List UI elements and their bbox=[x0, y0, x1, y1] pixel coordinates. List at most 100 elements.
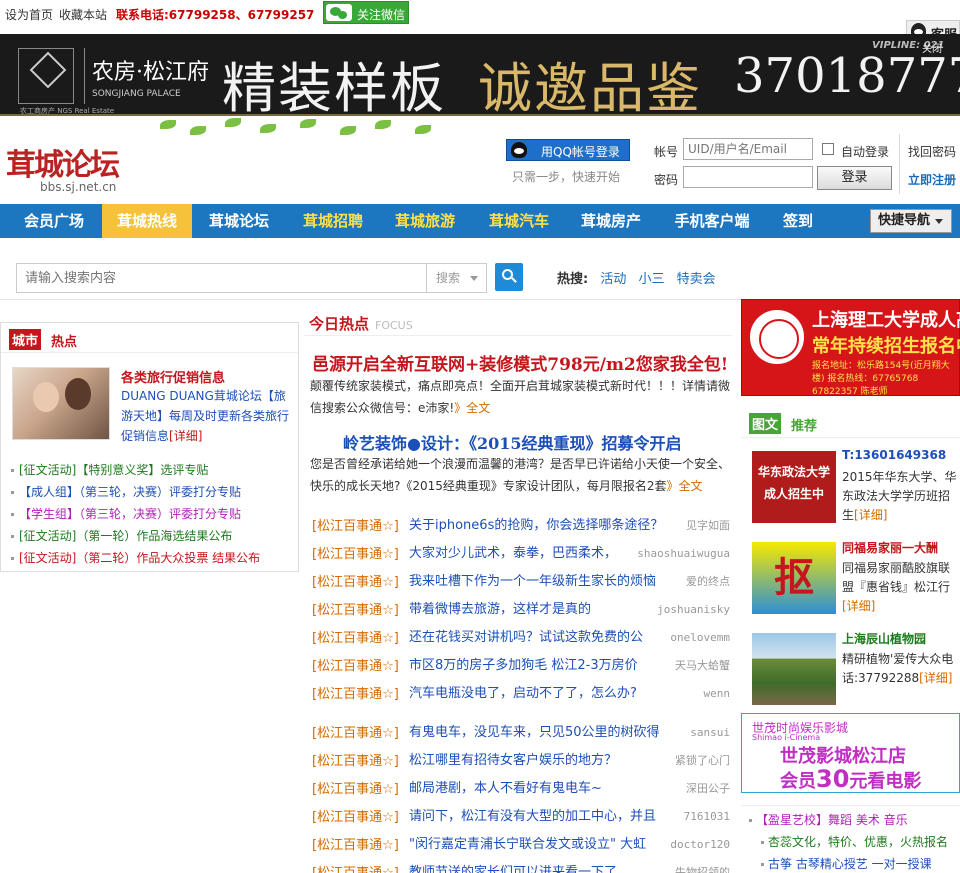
site-logo[interactable]: 茸城论坛 bbs.sj.net.cn bbox=[6, 140, 120, 194]
nav-forum[interactable]: 茸城论坛 bbox=[195, 204, 283, 238]
thread-title[interactable]: 还在花钱买对讲机吗？试试这款免费的公 bbox=[409, 624, 667, 652]
thread-author[interactable]: 紧锁了心门 bbox=[675, 747, 730, 775]
thread-author[interactable]: 7161031 bbox=[684, 803, 730, 831]
nav-auto[interactable]: 茸城汽车 bbox=[474, 204, 564, 238]
qq-login-button[interactable]: 用QQ帐号登录 bbox=[506, 139, 630, 161]
thread-author[interactable]: 深田公子 bbox=[686, 775, 730, 803]
nav-mobile-client[interactable]: 手机客户端 bbox=[662, 204, 762, 238]
nav-member-square[interactable]: 会员广场 bbox=[10, 204, 98, 238]
university-ad[interactable]: 上海理工大学成人高考 常年持续招生报名中 报名地址：松乐路154号(近月翔大楼)… bbox=[741, 299, 960, 397]
thread-author[interactable]: 失物招领的 bbox=[675, 859, 730, 873]
thread-category[interactable]: [松江百事通☆] bbox=[312, 838, 399, 853]
thread-category[interactable]: [松江百事通☆] bbox=[312, 782, 399, 797]
hotspot-link-text[interactable]: 【学生组】（第三轮，决赛）评委打分专贴 bbox=[19, 507, 241, 521]
headline-2[interactable]: 岭艺装饰●设计：《2015经典重现》招募令开启 bbox=[343, 430, 682, 454]
thread-author[interactable]: doctor120 bbox=[670, 831, 730, 859]
bookmark-link[interactable]: 收藏本站 bbox=[59, 6, 107, 23]
nav-realestate[interactable]: 茸城房产 bbox=[566, 204, 656, 238]
register-link[interactable]: 立即注册 bbox=[908, 171, 956, 188]
thread-category[interactable]: [松江百事通☆] bbox=[312, 687, 399, 702]
thread-category[interactable]: [松江百事通☆] bbox=[312, 603, 399, 618]
hotspot-link-text[interactable]: [征文活动]【特别意义奖】选评专贴 bbox=[19, 463, 208, 477]
thread-author[interactable]: 天马大蛤蟹 bbox=[675, 652, 730, 680]
thread-title[interactable]: 请问下，松江有没有大型的加工中心，并且 bbox=[409, 803, 667, 831]
hotspot-link-text[interactable]: [征文活动]（第二轮）作品大众投票 结果公布 bbox=[19, 551, 260, 565]
banner-close-link[interactable]: 关闭 bbox=[922, 40, 942, 55]
thread-title[interactable]: 关于iphone6s的抢购，你会选择哪条途径？ bbox=[409, 512, 667, 540]
cinema-ad[interactable]: 世茂时尚娱乐影城 Shimao i-Cinema 世茂影城松江店 会员30元看电… bbox=[741, 713, 960, 793]
thread-author[interactable]: sansui bbox=[690, 719, 730, 747]
nav-hotline[interactable]: 茸城热线 bbox=[102, 204, 192, 238]
hotspot-link[interactable]: 【成人组】（第三轮，决赛）评委打分专贴 bbox=[11, 481, 260, 503]
hot-search-link[interactable]: 小三 bbox=[639, 272, 665, 287]
thread-title[interactable]: 松江哪里有招待女客户娱乐的地方？ bbox=[409, 747, 667, 775]
thread-author[interactable]: onelovemm bbox=[670, 624, 730, 652]
hotspot-link[interactable]: [征文活动]【特别意义奖】选评专贴 bbox=[11, 459, 260, 481]
read-more-link[interactable]: 》全文 bbox=[454, 401, 490, 415]
nav-jobs[interactable]: 茸城招聘 bbox=[288, 204, 378, 238]
recommend-image[interactable] bbox=[752, 633, 836, 705]
hotspot-link[interactable]: 【学生组】（第三轮，决赛）评委打分专贴 bbox=[11, 503, 260, 525]
recommend-title[interactable]: 同福易家丽一大酬 bbox=[842, 539, 938, 556]
thread-category[interactable]: [松江百事通☆] bbox=[312, 754, 399, 769]
thread-author[interactable]: 爱的终点 bbox=[686, 568, 730, 596]
thread-author[interactable]: wenn bbox=[704, 680, 731, 708]
thread-category[interactable]: [松江百事通☆] bbox=[312, 726, 399, 741]
thread-author[interactable]: shaoshuaiwugua bbox=[637, 540, 730, 568]
right-link[interactable]: 【盈星艺校】舞蹈 美术 音乐 bbox=[749, 809, 908, 831]
detail-link[interactable]: [详细] bbox=[854, 508, 887, 522]
thread-category[interactable]: [松江百事通☆] bbox=[312, 866, 399, 873]
thread-author[interactable]: joshuanisky bbox=[657, 596, 730, 624]
hot-search-link[interactable]: 活动 bbox=[600, 272, 626, 287]
hotspot-link-text[interactable]: [征文活动]（第一轮）作品海选结果公布 bbox=[19, 529, 232, 543]
set-home-link[interactable]: 设为首页 bbox=[5, 6, 53, 23]
feature-title[interactable]: 各类旅行促销信息 bbox=[121, 367, 225, 386]
thread-category[interactable]: [松江百事通☆] bbox=[312, 659, 399, 674]
feature-image[interactable] bbox=[12, 367, 110, 440]
search-input[interactable] bbox=[16, 263, 427, 293]
thread-title[interactable]: 大家对少儿武术，泰拳，巴西柔术， bbox=[409, 540, 667, 568]
detail-link[interactable]: [详细] bbox=[919, 671, 952, 685]
recommend-image[interactable]: 抠 bbox=[752, 542, 836, 614]
hot-search-link[interactable]: 特卖会 bbox=[677, 272, 716, 287]
read-more-link[interactable]: 》全文 bbox=[667, 479, 703, 493]
wechat-follow-button[interactable]: 关注微信 bbox=[323, 1, 409, 24]
hotspot-link[interactable]: [征文活动]（第二轮）作品大众投票 结果公布 bbox=[11, 547, 260, 569]
thread-category[interactable]: [松江百事通☆] bbox=[312, 631, 399, 646]
thread-category[interactable]: [松江百事通☆] bbox=[312, 519, 399, 534]
thread-title[interactable]: 汽车电瓶没电了，启动不了了，怎么办? bbox=[409, 680, 667, 708]
headline-1[interactable]: 邑源开启全新互联网+装修模式798元/m2您家我全包! bbox=[312, 350, 728, 375]
thread-category[interactable]: [松江百事通☆] bbox=[312, 810, 399, 825]
detail-link[interactable]: [详细] bbox=[169, 429, 202, 443]
top-banner-ad[interactable]: 农工商房产 NGS Real Estate 农房·松江府 SONGJIANG P… bbox=[0, 34, 960, 120]
quick-nav-dropdown[interactable]: 快捷导航 bbox=[870, 209, 952, 233]
hotspot-link[interactable]: [征文活动]（第一轮）作品海选结果公布 bbox=[11, 525, 260, 547]
thread-title[interactable]: 带着微博去旅游，这样才是真的 bbox=[409, 596, 667, 624]
thread-category[interactable]: [松江百事通☆] bbox=[312, 575, 399, 590]
right-link[interactable]: 古筝 古琴精心授艺 一对一授课 bbox=[761, 853, 932, 873]
search-button[interactable] bbox=[495, 263, 523, 291]
thread-title[interactable]: 教师节送的家长们可以进来看一下了 bbox=[409, 859, 667, 873]
find-password-link[interactable]: 找回密码 bbox=[908, 143, 956, 160]
detail-link[interactable]: [详细] bbox=[842, 599, 875, 613]
thread-title[interactable]: 有鬼电车，没见车来，只见50公里的树砍得 bbox=[409, 719, 667, 747]
thread-category[interactable]: [松江百事通☆] bbox=[312, 547, 399, 562]
right-link-text[interactable]: 杏蕊文化，特价、优惠，火热报名 bbox=[768, 835, 948, 849]
nav-checkin[interactable]: 签到 bbox=[770, 204, 826, 238]
recommend-image[interactable]: 华东政法大学 成人招生中 bbox=[752, 451, 836, 523]
thread-title[interactable]: "闵行嘉定青浦长宁联合发文或设立" 大虹 bbox=[409, 831, 667, 859]
thread-title[interactable]: 邮局港剧，本人不看好有鬼电车~ bbox=[409, 775, 667, 803]
nav-travel[interactable]: 茸城旅游 bbox=[380, 204, 470, 238]
thread-author[interactable]: 见字如面 bbox=[686, 512, 730, 540]
right-link-text[interactable]: 【盈星艺校】舞蹈 美术 音乐 bbox=[756, 813, 908, 827]
hotspot-link-text[interactable]: 【成人组】（第三轮，决赛）评委打分专贴 bbox=[19, 485, 241, 499]
username-input[interactable] bbox=[683, 138, 813, 160]
auto-login-checkbox[interactable] bbox=[822, 143, 834, 155]
password-input[interactable] bbox=[683, 166, 813, 188]
recommend-title[interactable]: T:13601649368 bbox=[842, 448, 946, 462]
search-type-select[interactable]: 搜索 bbox=[426, 263, 487, 293]
recommend-title[interactable]: 上海辰山植物园 bbox=[842, 630, 926, 647]
thread-title[interactable]: 我来吐槽下作为一个一年级新生家长的烦恼 bbox=[409, 568, 667, 596]
thread-title[interactable]: 市区8万的房子多加狗毛 松江2-3万房价 bbox=[409, 652, 667, 680]
right-link-text[interactable]: 古筝 古琴精心授艺 一对一授课 bbox=[768, 857, 932, 871]
